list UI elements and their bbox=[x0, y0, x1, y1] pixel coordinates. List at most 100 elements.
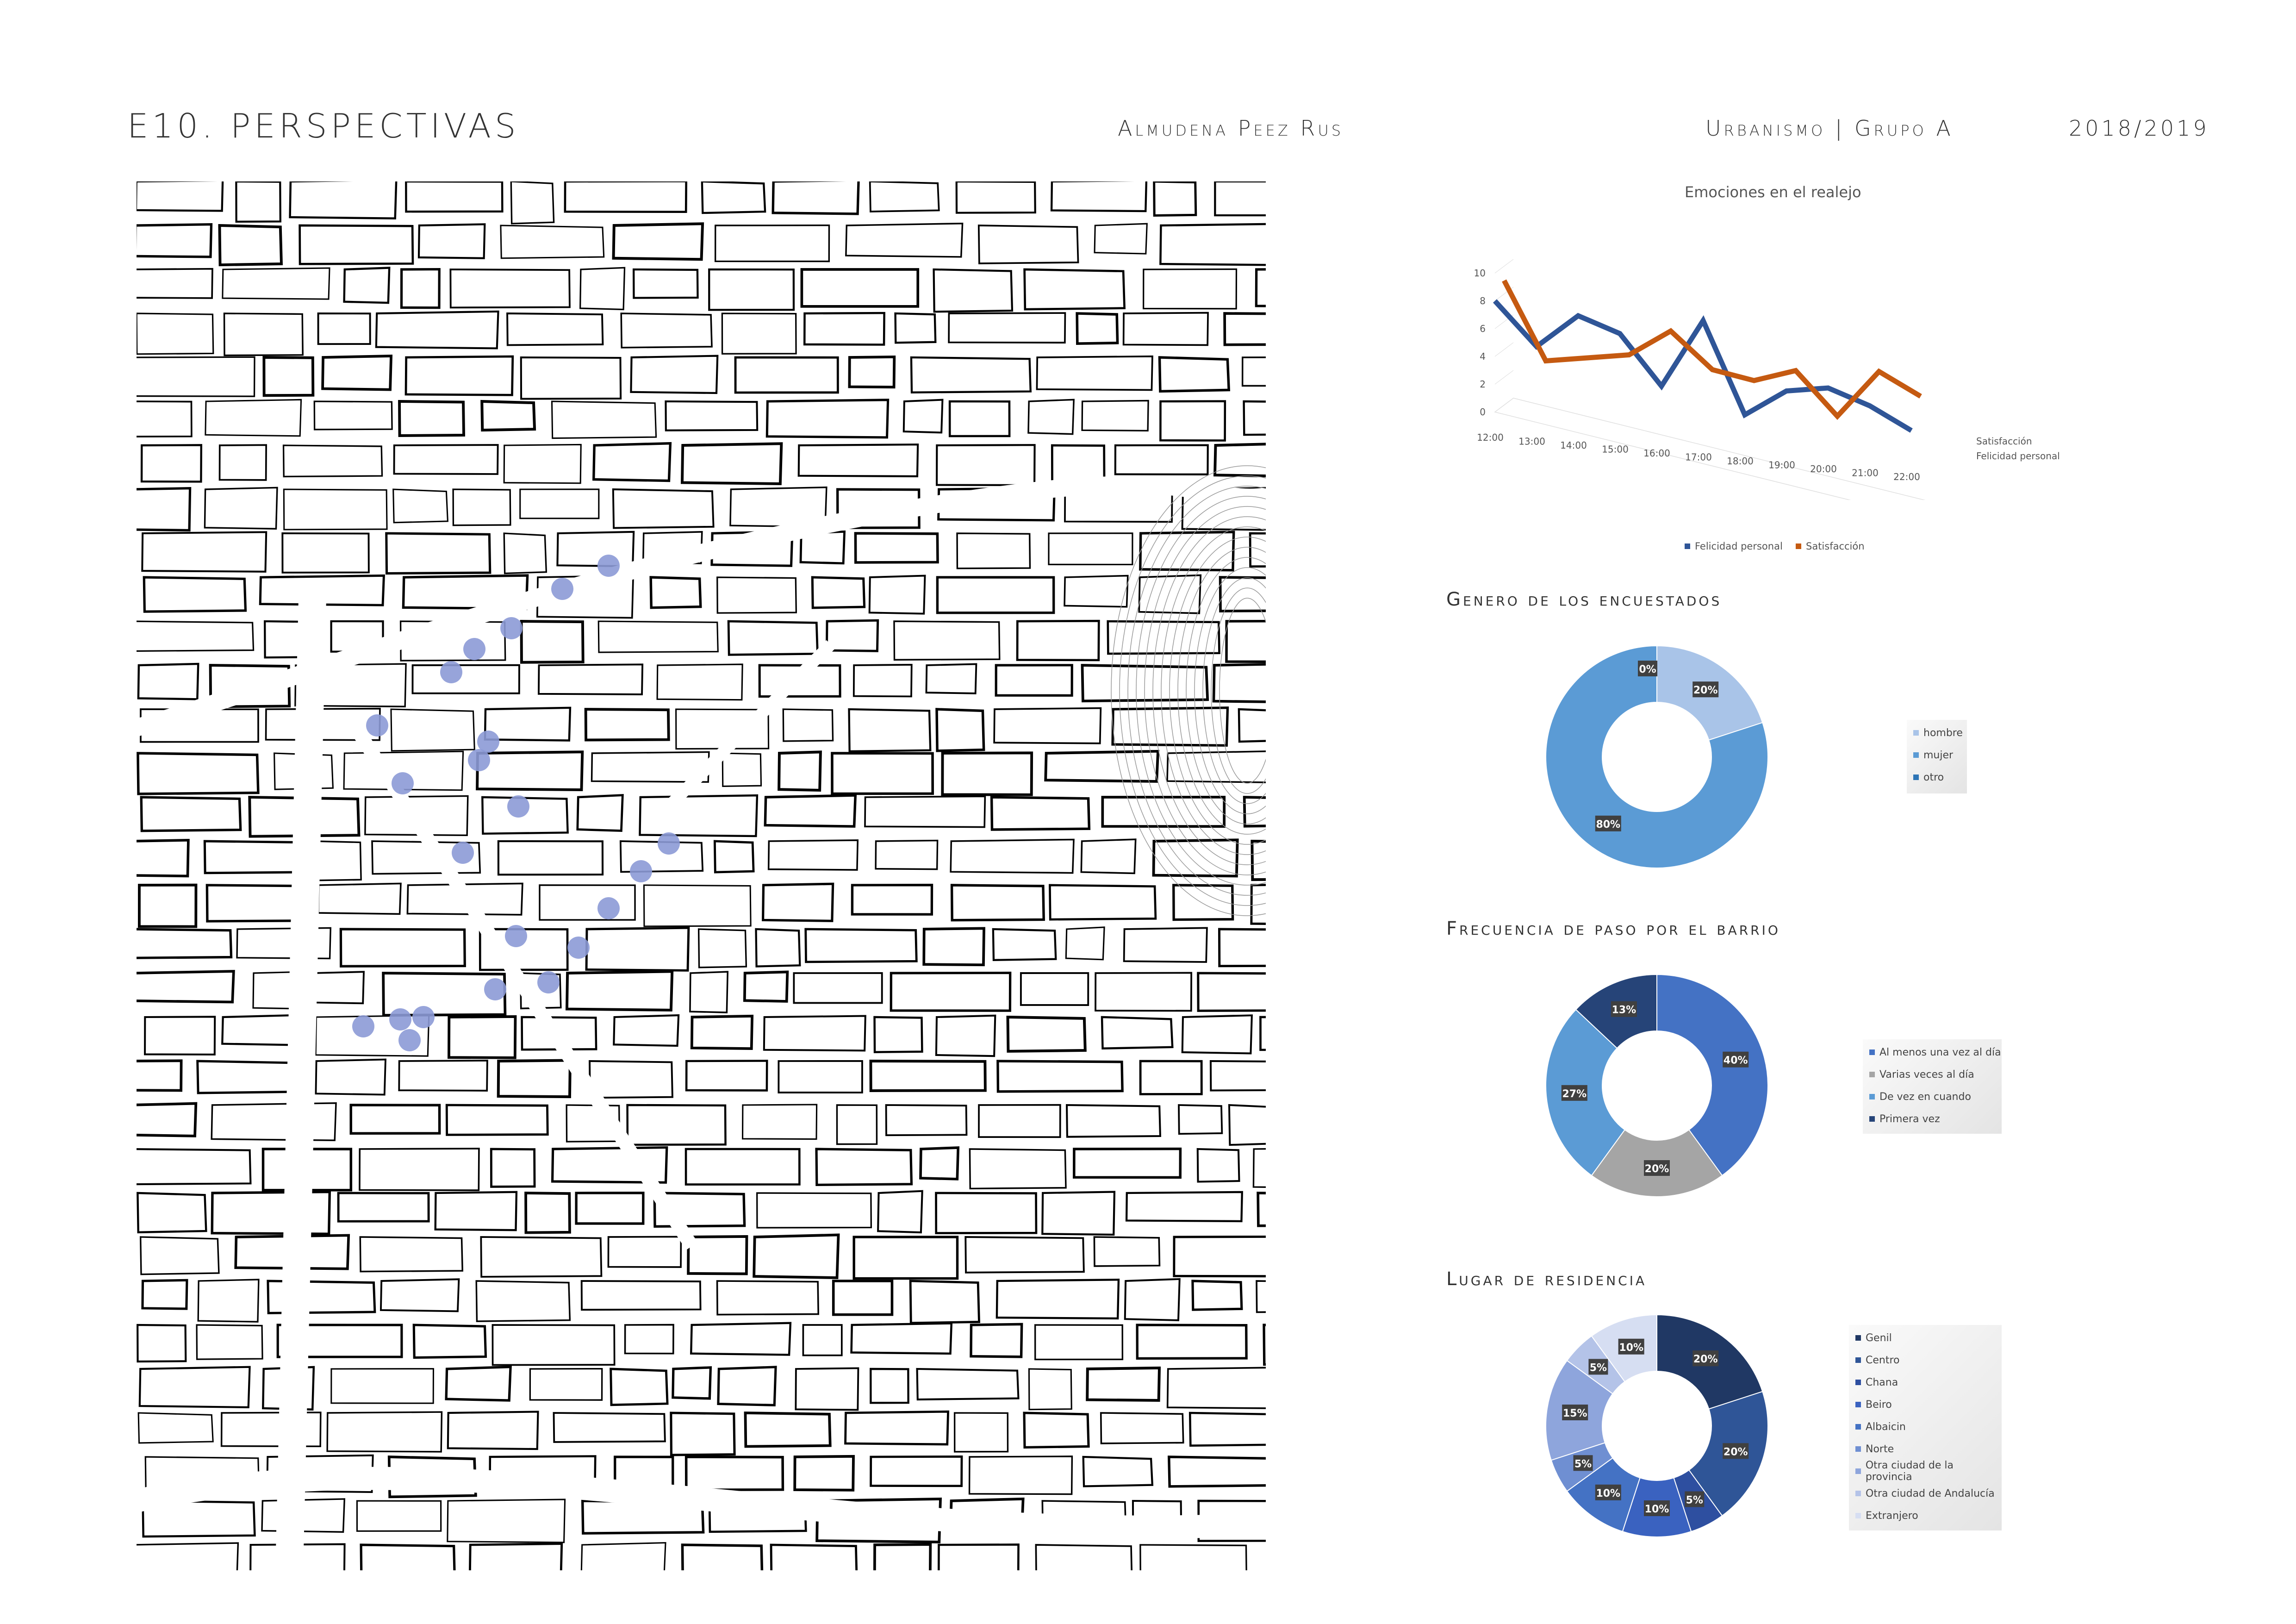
building-block bbox=[672, 1366, 712, 1400]
building-block bbox=[854, 532, 939, 564]
building-block bbox=[449, 269, 571, 309]
building-block bbox=[996, 1060, 1124, 1093]
building-block bbox=[970, 1323, 1023, 1358]
building-block bbox=[1259, 1016, 1266, 1051]
building-block bbox=[137, 181, 224, 212]
building-block bbox=[337, 1192, 430, 1223]
legend-swatch bbox=[1855, 1446, 1861, 1452]
survey-point bbox=[658, 832, 680, 855]
building-block bbox=[520, 356, 622, 400]
building-block bbox=[1238, 708, 1266, 743]
building-block bbox=[948, 400, 1011, 437]
x-tick-label: 22:00 bbox=[1893, 471, 1920, 482]
building-block bbox=[1188, 1412, 1266, 1447]
building-block bbox=[1073, 1147, 1182, 1179]
building-block bbox=[447, 1411, 539, 1450]
building-block bbox=[390, 708, 475, 752]
legend-label: Primera vez bbox=[1879, 1113, 1940, 1125]
building-block bbox=[910, 356, 1032, 394]
building-block bbox=[475, 1280, 571, 1322]
building-block bbox=[137, 312, 214, 355]
building-block bbox=[936, 576, 1055, 614]
line-chart-title: Emociones en el realejo bbox=[1685, 183, 1861, 201]
building-block bbox=[873, 1543, 932, 1570]
residence-donut-chart: 20% 20% 5% 10% 10% 5% 15% 5% 10% bbox=[1545, 1314, 1768, 1538]
survey-point bbox=[484, 978, 506, 1000]
building-block bbox=[529, 1368, 603, 1401]
building-block bbox=[804, 928, 918, 963]
building-block bbox=[315, 1058, 386, 1096]
building-block bbox=[524, 1192, 571, 1234]
building-block bbox=[506, 312, 604, 346]
survey-point bbox=[452, 842, 474, 864]
legend-swatch bbox=[1869, 1049, 1875, 1055]
building-block bbox=[339, 928, 466, 968]
data-label: 5% bbox=[1574, 1458, 1592, 1470]
building-block bbox=[744, 1412, 832, 1448]
building-block bbox=[380, 1278, 460, 1312]
data-label: 10% bbox=[1645, 1504, 1669, 1515]
legend-item: Primera vez bbox=[1863, 1108, 2002, 1130]
survey-point bbox=[537, 971, 560, 993]
page-title: E10. PERSPECTIVAS bbox=[127, 106, 520, 145]
building-block bbox=[1125, 1191, 1243, 1223]
building-block bbox=[221, 1014, 300, 1046]
legend-item: Otra ciudad de la provincia bbox=[1849, 1460, 2002, 1483]
building-block bbox=[714, 225, 830, 262]
building-block bbox=[1143, 268, 1238, 310]
legend-swatch bbox=[1855, 1491, 1861, 1496]
building-block bbox=[141, 531, 268, 573]
building-block bbox=[137, 662, 199, 700]
survey-point bbox=[551, 578, 573, 600]
building-block bbox=[1035, 1544, 1132, 1570]
building-block bbox=[589, 1060, 673, 1099]
building-block bbox=[626, 1104, 727, 1146]
building-block bbox=[1123, 927, 1208, 963]
street-map bbox=[137, 181, 1266, 1570]
building-block bbox=[503, 443, 582, 484]
building-block bbox=[1228, 1104, 1266, 1146]
building-block bbox=[727, 620, 819, 656]
building-block bbox=[620, 312, 713, 349]
building-block bbox=[211, 1190, 331, 1236]
legend-label: Satisfacción bbox=[1806, 541, 1865, 552]
building-block bbox=[1250, 884, 1266, 925]
legend-swatch bbox=[1913, 775, 1919, 780]
building-block bbox=[312, 971, 365, 1005]
legend-label: Norte bbox=[1866, 1443, 1894, 1455]
building-block bbox=[778, 750, 822, 792]
building-block bbox=[137, 487, 192, 532]
legend-swatch bbox=[1869, 1094, 1875, 1099]
building-block bbox=[1006, 1015, 1087, 1053]
legend-label: Beiro bbox=[1866, 1399, 1892, 1411]
building-block bbox=[684, 1455, 784, 1491]
building-block bbox=[950, 838, 1075, 874]
building-block bbox=[1020, 972, 1089, 1006]
building-block bbox=[137, 356, 255, 397]
building-block bbox=[802, 1324, 843, 1356]
building-block bbox=[262, 356, 315, 397]
building-block bbox=[685, 1060, 768, 1092]
building-block bbox=[585, 926, 690, 972]
legend-label: Otra ciudad de Andalucía bbox=[1866, 1487, 1995, 1499]
legend-item: De vez en cuando bbox=[1863, 1086, 2002, 1108]
building-block bbox=[1168, 1455, 1266, 1488]
building-block bbox=[950, 884, 1045, 922]
building-block bbox=[317, 882, 402, 915]
building-block bbox=[868, 575, 926, 615]
building-block bbox=[964, 1236, 1085, 1274]
building-block bbox=[1016, 619, 1100, 662]
building-block bbox=[448, 1015, 517, 1059]
building-block bbox=[968, 1455, 1073, 1495]
building-block bbox=[852, 663, 913, 698]
building-block bbox=[1196, 1148, 1240, 1183]
building-block bbox=[656, 663, 743, 701]
building-block bbox=[1243, 796, 1266, 828]
building-block bbox=[765, 399, 890, 439]
building-block bbox=[649, 576, 702, 609]
building-block bbox=[204, 487, 278, 530]
building-block bbox=[575, 1192, 645, 1225]
building-block bbox=[772, 181, 860, 215]
x-tick-label: 18:00 bbox=[1727, 456, 1754, 467]
building-block bbox=[480, 400, 536, 432]
